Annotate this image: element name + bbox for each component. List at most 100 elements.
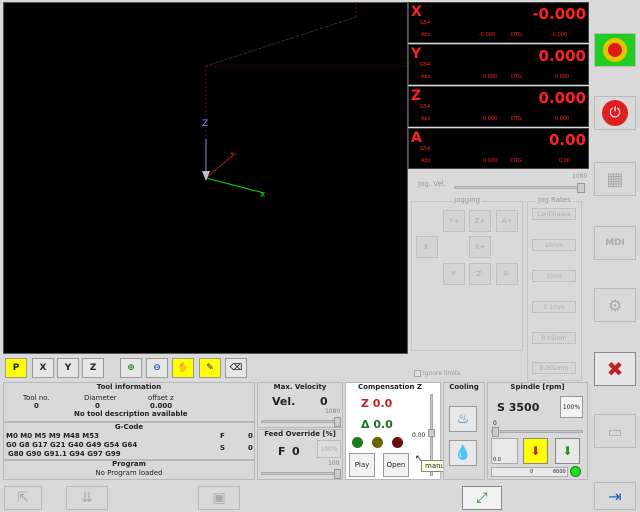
velocity-max: 1080	[325, 408, 341, 415]
keypad-button[interactable]: ▦	[594, 162, 636, 196]
ignore-limits-checkbox[interactable]	[414, 370, 421, 377]
rate-10mm-button[interactable]: 10mm	[532, 239, 576, 251]
velocity-label: Vel.	[272, 395, 296, 408]
dro-z[interactable]: Z 0.000 G54 Abs 0.000 DTG 0.000	[408, 86, 589, 127]
spindle-reset-button[interactable]: 100%	[560, 396, 583, 418]
feed-slider[interactable]	[261, 469, 341, 479]
spindle-cw-button[interactable]: ⬇	[555, 438, 580, 464]
jog-yplus-button[interactable]: Y+	[443, 210, 465, 232]
dro-axis-label: X	[411, 4, 422, 20]
jog-yminus-button[interactable]: Y-	[443, 263, 465, 285]
svg-text:Z: Z	[202, 119, 208, 129]
spindle-status-led	[570, 466, 581, 477]
perspective-view-button[interactable]: P	[5, 358, 27, 378]
home-all-button[interactable]: ⇱	[4, 486, 42, 510]
fullscreen-icon: ⤢	[476, 490, 488, 506]
draw-path-button[interactable]: ✎	[199, 358, 221, 378]
dro-y[interactable]: Y 0.000 G54 Abs 0.000 DTG 0.000	[408, 44, 589, 85]
dro-x[interactable]: X -0.000 G54 Abs -0.000 DTG -0.000	[408, 2, 589, 43]
coolant-mist-button[interactable]: ♨	[449, 406, 477, 432]
preview-3d[interactable]: Z x x	[3, 2, 408, 354]
spindle-ccw-button[interactable]: ⬇	[523, 438, 548, 464]
slider-handle[interactable]	[334, 417, 341, 427]
dro-value: 0.00	[548, 131, 586, 149]
rate-1mm-button[interactable]: 1mm	[532, 270, 576, 282]
pan-icon: ✋	[177, 363, 189, 373]
dro-dtg-value: -0.000	[551, 32, 568, 38]
jog-rates-group	[527, 201, 582, 381]
dro-dtg-value: 0.000	[555, 116, 570, 122]
program-status: No Program loaded	[95, 469, 163, 477]
jog-vel-max: 1080	[572, 173, 588, 180]
power-button[interactable]: ⏻	[594, 96, 636, 130]
cursor-icon: ↖	[415, 454, 423, 464]
dro-a[interactable]: A 0.00 G54 Abs 0.000 DTG 0.00	[408, 128, 589, 169]
status-led-red	[392, 437, 403, 448]
view-x-button[interactable]: X	[32, 358, 54, 378]
play-button[interactable]: Play	[349, 453, 375, 477]
slider-handle[interactable]	[492, 427, 499, 437]
gcode-f-value: 0	[248, 432, 253, 440]
mdi-icon: MDI	[605, 238, 625, 248]
spindle-min: 0	[493, 420, 497, 427]
jog-zplus-button[interactable]: Z+	[469, 210, 491, 232]
gcode-line-3: G80 G90 G91.1 G94 G97 G99	[8, 450, 121, 458]
mist-icon: ♨	[456, 411, 470, 427]
settings-tools-button[interactable]: ✖	[594, 352, 636, 386]
spindle-gauge: 0.0	[491, 438, 518, 464]
svg-text:x: x	[260, 190, 266, 200]
rate-0-01mm-button[interactable]: 0.01mm	[532, 332, 576, 344]
save-button[interactable]: ▣	[198, 486, 240, 510]
fullscreen-button[interactable]: ⤢	[462, 486, 502, 510]
offset-z-label: offset z	[148, 394, 174, 402]
gcode-title: G-Code	[114, 423, 144, 431]
coolant-flood-button[interactable]: 💧	[449, 440, 477, 466]
comp-z-value: Z 0.0	[361, 397, 393, 410]
zoom-out-button[interactable]: ⊖	[146, 358, 168, 378]
tools-icon: ✖	[606, 357, 624, 381]
zoom-in-icon: ⊕	[127, 363, 135, 373]
dro-dtg-label: DTG	[511, 32, 522, 38]
spindle-ccw-icon: ⬇	[530, 444, 541, 458]
mdi-button[interactable]: MDI	[594, 226, 636, 260]
rate-0-1mm-button[interactable]: 0.1mm	[532, 301, 576, 313]
rate-continuous-button[interactable]: Continuous	[532, 208, 576, 220]
pan-button[interactable]: ✋	[172, 358, 194, 378]
jog-xminus-button[interactable]: X-	[416, 236, 438, 258]
jog-vel-slider[interactable]	[454, 183, 585, 193]
jog-aminus-button[interactable]: A-	[496, 263, 518, 285]
jog-zminus-button[interactable]: Z-	[469, 263, 491, 285]
feed-reset-button[interactable]: 100%	[317, 440, 341, 458]
touch-off-button[interactable]: ⇊	[66, 486, 108, 510]
spindle-slider[interactable]	[491, 427, 583, 437]
machine-button[interactable]: ▭	[594, 414, 636, 448]
slider-handle[interactable]	[577, 183, 585, 193]
spindle-speed: S 3500	[497, 401, 540, 414]
svg-text:x: x	[230, 150, 234, 157]
view-y-button[interactable]: Y	[57, 358, 79, 378]
dro-abs-value: 0.000	[483, 116, 498, 122]
open-button[interactable]: Open	[383, 453, 409, 477]
estop-button[interactable]	[594, 33, 636, 67]
jog-xplus-button[interactable]: X+	[469, 236, 491, 258]
status-led-green	[352, 437, 363, 448]
gcode-s-label: S	[220, 444, 226, 452]
toolpath-view: Z x x	[202, 3, 407, 200]
feed-value: 0	[292, 445, 300, 458]
zoom-in-button[interactable]: ⊕	[120, 358, 142, 378]
slider-handle[interactable]	[334, 469, 341, 479]
dro-abs-label: Abs	[421, 74, 431, 80]
exit-button[interactable]: ⇥	[594, 482, 636, 510]
pencil-icon: ✎	[206, 363, 214, 373]
touch-off-icon: ⇊	[81, 490, 93, 506]
jog-aplus-button[interactable]: A+	[496, 210, 518, 232]
clear-path-button[interactable]: ⌫	[225, 358, 247, 378]
rate-0-001mm-button[interactable]: 0.001mm	[532, 362, 576, 374]
velocity-slider[interactable]	[261, 417, 341, 427]
slider-handle[interactable]	[428, 429, 435, 437]
compensation-title: Compensation Z	[358, 383, 422, 391]
spindle-gauge-value: 0.0	[493, 457, 501, 463]
view-z-button[interactable]: Z	[82, 358, 104, 378]
auto-mode-button[interactable]: ⚙	[594, 288, 636, 322]
tool-no-value: 0	[34, 402, 39, 410]
